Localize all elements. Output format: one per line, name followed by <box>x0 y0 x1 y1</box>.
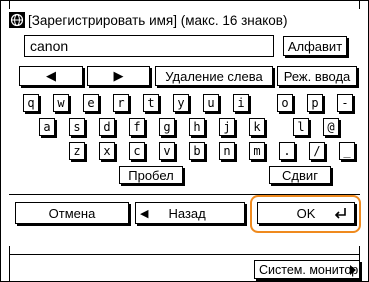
shift-button[interactable]: Сдвиг <box>269 166 331 184</box>
key-hyphen[interactable]: - <box>337 94 353 112</box>
key-b[interactable]: b <box>189 142 205 160</box>
key-w[interactable]: w <box>53 94 69 112</box>
key-k[interactable]: k <box>249 118 265 136</box>
key-e[interactable]: e <box>83 94 99 112</box>
key-slash[interactable]: / <box>309 142 325 160</box>
key-t[interactable]: t <box>143 94 159 112</box>
key-i[interactable]: i <box>233 94 249 112</box>
key-at[interactable]: @ <box>323 118 339 136</box>
key-period[interactable]: . <box>279 142 295 160</box>
page-title: [Зарегистрировать имя] (макс. 16 знаков) <box>28 12 288 28</box>
delete-left-button[interactable]: Удаление слева <box>155 66 273 86</box>
chevron-right-icon <box>350 265 356 275</box>
back-button[interactable]: ◀ Назад <box>135 202 245 224</box>
key-h[interactable]: h <box>189 118 205 136</box>
key-q[interactable]: q <box>23 94 39 112</box>
alphabet-mode-indicator[interactable]: Алфавит <box>283 36 347 56</box>
key-u[interactable]: u <box>203 94 219 112</box>
key-y[interactable]: y <box>173 94 189 112</box>
key-m[interactable]: m <box>249 142 265 160</box>
space-button[interactable]: Пробел <box>119 166 183 184</box>
key-s[interactable]: s <box>69 118 85 136</box>
status-strip-divider <box>9 254 360 255</box>
key-v[interactable]: v <box>159 142 175 160</box>
key-g[interactable]: g <box>159 118 175 136</box>
key-c[interactable]: c <box>129 142 145 160</box>
key-d[interactable]: d <box>99 118 115 136</box>
key-r[interactable]: r <box>113 94 129 112</box>
key-x[interactable]: x <box>99 142 115 160</box>
key-p[interactable]: p <box>307 94 323 112</box>
key-j[interactable]: j <box>219 118 235 136</box>
back-label: Назад <box>168 205 206 221</box>
key-a[interactable]: a <box>39 118 55 136</box>
cursor-right-button[interactable]: ▶ <box>87 66 150 86</box>
cursor-left-button[interactable]: ◀ <box>19 66 83 86</box>
system-monitor-button[interactable]: Систем. монитор <box>254 260 360 279</box>
name-input[interactable]: canon <box>24 35 274 57</box>
globe-icon <box>9 12 25 28</box>
title-row: [Зарегистрировать имя] (макс. 16 знаков) <box>9 11 287 29</box>
key-o[interactable]: o <box>277 94 293 112</box>
back-arrow-icon: ◀ <box>140 207 149 220</box>
key-underscore[interactable]: _ <box>339 142 355 160</box>
input-mode-button[interactable]: Реж. ввода <box>277 66 357 86</box>
enter-icon <box>334 206 348 220</box>
register-name-panel: [Зарегистрировать имя] (макс. 16 знаков)… <box>9 9 361 246</box>
ok-button[interactable]: OK <box>257 202 355 224</box>
system-monitor-label: Систем. монитор <box>259 262 359 277</box>
ok-label: OK <box>296 205 316 221</box>
key-f[interactable]: f <box>129 118 145 136</box>
key-z[interactable]: z <box>69 142 85 160</box>
key-n[interactable]: n <box>219 142 235 160</box>
key-l[interactable]: l <box>293 118 309 136</box>
cancel-button[interactable]: Отмена <box>15 202 129 224</box>
